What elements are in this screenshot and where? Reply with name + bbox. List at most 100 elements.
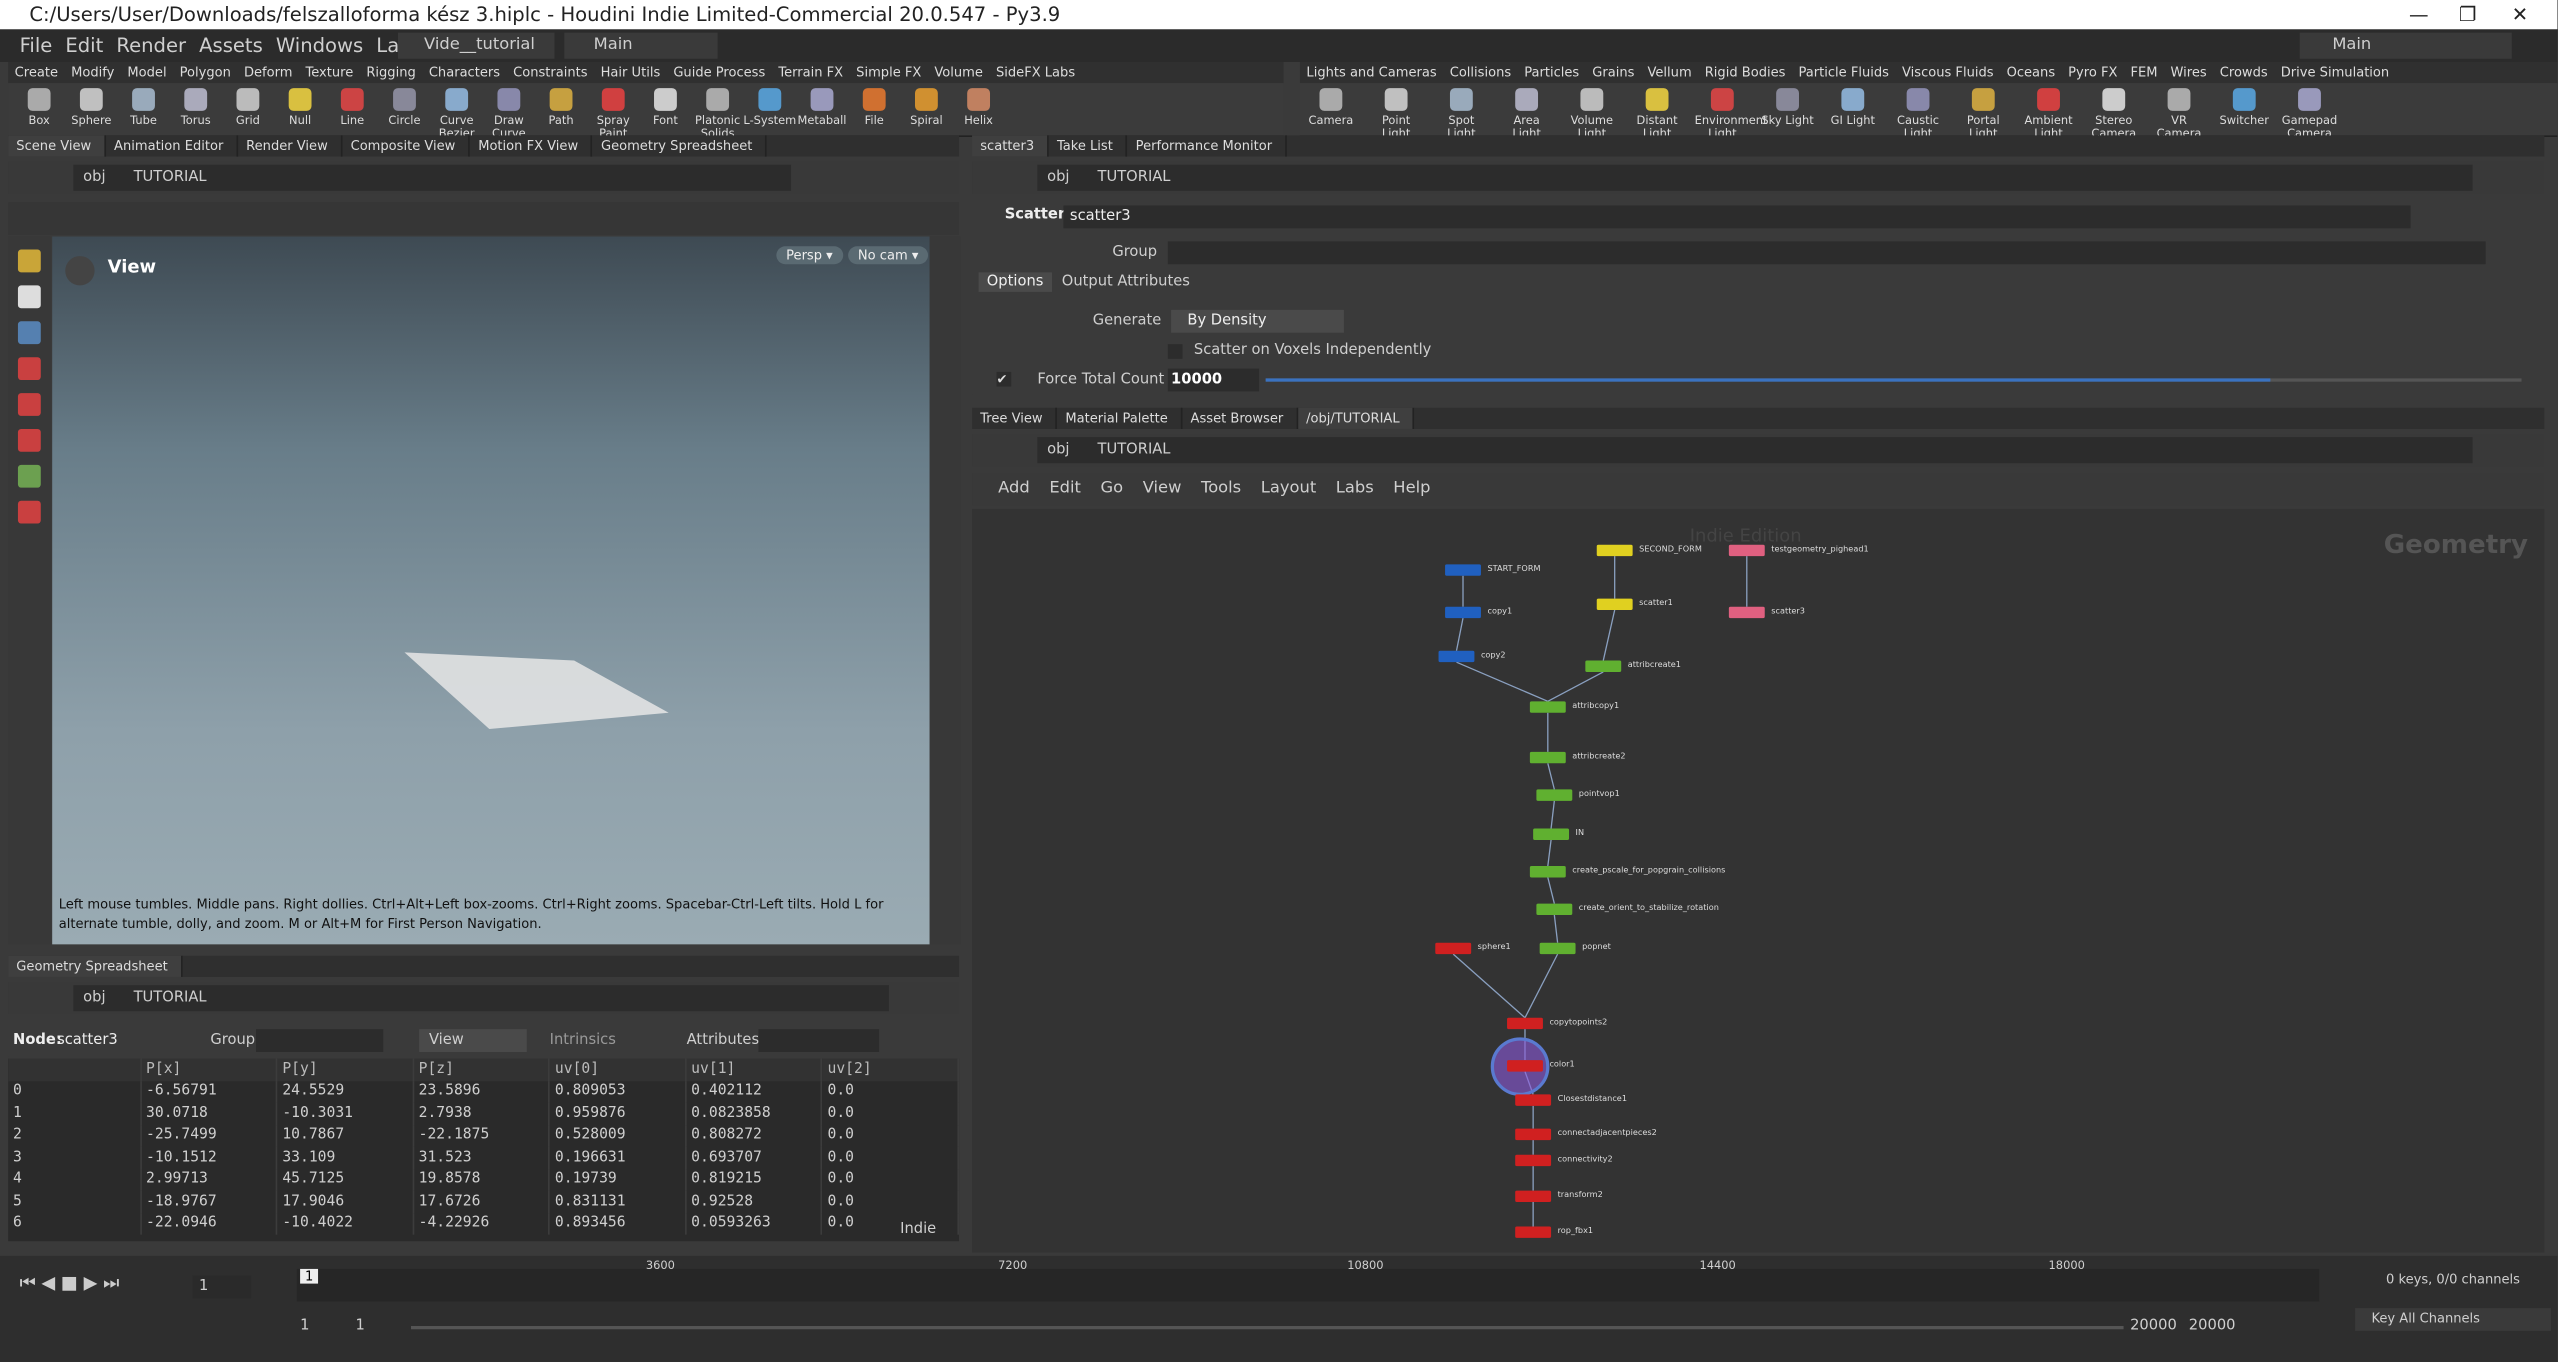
node-closestdistance1[interactable] xyxy=(1515,1094,1552,1106)
menu-item-edit[interactable]: Edit xyxy=(59,29,110,62)
select-tool-icon[interactable] xyxy=(17,249,41,273)
shelf-tool-spot-light[interactable]: Spot Light xyxy=(1434,83,1489,140)
shelf-tab[interactable]: Particles xyxy=(1518,62,1586,83)
shelf-tool-line[interactable]: Line xyxy=(325,83,380,127)
shelf-tab[interactable]: Rigging xyxy=(360,62,422,83)
shelf-tab[interactable]: Polygon xyxy=(173,62,237,83)
node-attribcopy1[interactable] xyxy=(1529,701,1566,713)
tab-motion-fx-view[interactable]: Motion FX View xyxy=(470,135,593,157)
shelf-tool-platonic-solids[interactable]: Platonic Solids xyxy=(690,83,745,140)
maximize-button[interactable]: ❐ xyxy=(2443,0,2492,29)
tab--obj-tutorial[interactable]: /obj/TUTORIAL xyxy=(1297,407,1415,429)
shelf-tab[interactable]: SideFX Labs xyxy=(989,62,1081,83)
generate-select[interactable]: By Density xyxy=(1171,309,1344,333)
shelf-tool-vr-camera[interactable]: VR Camera xyxy=(2151,83,2206,140)
net-menu-view[interactable]: View xyxy=(1133,473,1191,506)
playback-end[interactable]: 20000 xyxy=(2189,1318,2236,1334)
node-pointvop1[interactable] xyxy=(1536,789,1573,801)
shelf-tool-spiral[interactable]: Spiral xyxy=(899,83,954,127)
net-menu-labs[interactable]: Labs xyxy=(1326,473,1384,506)
shelf-tab[interactable]: Viscous Fluids xyxy=(1895,62,2000,83)
node-start_form[interactable] xyxy=(1445,564,1481,576)
net-menu-tools[interactable]: Tools xyxy=(1191,473,1251,506)
shelf-tool-distant-light[interactable]: Distant Light xyxy=(1629,83,1684,140)
shelf-tab[interactable]: Vellum xyxy=(1641,62,1698,83)
shelf-tool-stereo-camera[interactable]: Stereo Camera xyxy=(2086,83,2141,140)
shelf-tab[interactable]: Pyro FX xyxy=(2062,62,2124,83)
view-menu[interactable]: View xyxy=(419,1029,527,1052)
tab-composite-view[interactable]: Composite View xyxy=(342,135,471,157)
shelf-tab[interactable]: Wires xyxy=(2164,62,2213,83)
attributes-input[interactable] xyxy=(758,1029,880,1052)
group-input[interactable] xyxy=(256,1029,384,1052)
net-menu-edit[interactable]: Edit xyxy=(1040,473,1091,506)
node-connectivity2[interactable] xyxy=(1515,1154,1552,1167)
workspace-select[interactable]: Main xyxy=(564,32,718,59)
net-menu-help[interactable]: Help xyxy=(1384,473,1441,506)
node-in[interactable] xyxy=(1533,828,1570,840)
shelf-tool-camera[interactable]: Camera xyxy=(1303,83,1358,127)
node-scatter3[interactable] xyxy=(1728,606,1765,619)
shelf-tool-file[interactable]: File xyxy=(846,83,901,127)
end-frame[interactable]: 20000 xyxy=(2130,1318,2177,1334)
node-attribcreate2[interactable] xyxy=(1529,751,1566,764)
node-copy2[interactable] xyxy=(1438,650,1475,663)
desktop-select[interactable]: Vide__tutorial xyxy=(397,32,555,59)
shelf-tool-metaball[interactable]: Metaball xyxy=(794,83,849,127)
node-rop_fbx1[interactable] xyxy=(1515,1226,1552,1238)
shelf-tab[interactable]: Deform xyxy=(237,62,299,83)
shelf-tool-helix[interactable]: Helix xyxy=(951,83,1006,127)
tab-scatter3[interactable]: scatter3 xyxy=(972,135,1049,157)
shelf-tab[interactable]: Oceans xyxy=(2000,62,2062,83)
node-name-field[interactable]: scatter3 xyxy=(1063,205,2411,229)
shelf-tab[interactable]: Collisions xyxy=(1443,62,1517,83)
node-sphere1[interactable] xyxy=(1435,942,1472,955)
shelf-tab[interactable]: Simple FX xyxy=(850,62,928,83)
rotate-icon[interactable] xyxy=(17,393,41,416)
shelf-tab[interactable]: Constraints xyxy=(507,62,595,83)
voxels-checkbox[interactable] xyxy=(1167,344,1183,359)
shelf-tab[interactable]: Terrain FX xyxy=(772,62,850,83)
tab-asset-browser[interactable]: Asset Browser xyxy=(1182,407,1298,429)
shelf-tab[interactable]: Grains xyxy=(1586,62,1641,83)
tab-output-attributes[interactable]: Output Attributes xyxy=(1054,272,1198,292)
scale-icon[interactable] xyxy=(17,428,41,452)
shelf-tab[interactable]: Hair Utils xyxy=(594,62,667,83)
shelf-tab[interactable]: Crowds xyxy=(2213,62,2274,83)
shelf-tool-point-light[interactable]: Point Light xyxy=(1368,83,1423,140)
network-path-box[interactable]: obj TUTORIAL xyxy=(1037,437,2473,464)
shelf-tab[interactable]: Characters xyxy=(422,62,506,83)
force-count-checkbox[interactable]: ✔ xyxy=(996,371,1012,387)
shelf-tab[interactable]: Drive Simulation xyxy=(2274,62,2395,83)
shelf-tab[interactable]: Volume xyxy=(928,62,990,83)
node-copytopoints2[interactable] xyxy=(1507,1017,1543,1030)
shelf-tool-switcher[interactable]: Switcher xyxy=(2217,83,2272,127)
node-create_orient_to_stabilize_rotation[interactable] xyxy=(1536,903,1573,915)
tab-geometry-spreadsheet[interactable]: Geometry Spreadsheet xyxy=(8,955,183,977)
shelf-tool-caustic-light[interactable]: Caustic Light xyxy=(1890,83,1945,140)
net-menu-layout[interactable]: Layout xyxy=(1251,473,1326,506)
shelf-tool-torus[interactable]: Torus xyxy=(168,83,223,127)
shelf-tab[interactable]: Model xyxy=(121,62,173,83)
shelf-tool-environment-light[interactable]: Environment Light xyxy=(1695,83,1768,140)
current-frame-field[interactable]: 1 xyxy=(192,1275,252,1299)
shelf-tool-gamepad-camera[interactable]: Gamepad Camera xyxy=(2282,83,2337,140)
params-path-box[interactable]: obj TUTORIAL xyxy=(1037,164,2473,191)
handle-icon[interactable] xyxy=(17,464,41,488)
node-second_form[interactable] xyxy=(1596,544,1633,557)
net-menu-add[interactable]: Add xyxy=(988,473,1039,506)
intrinsics-menu[interactable]: Intrinsics xyxy=(550,1024,616,1057)
menu-item-windows[interactable]: Windows xyxy=(269,29,369,62)
shelf-tab[interactable]: Modify xyxy=(65,62,121,83)
shelf-tab[interactable]: Lights and Cameras xyxy=(1300,62,1443,83)
range-slider[interactable] xyxy=(411,1326,2124,1330)
shelf-tab[interactable]: Guide Process xyxy=(667,62,772,83)
close-button[interactable]: ✕ xyxy=(2495,0,2544,29)
node-scatter1[interactable] xyxy=(1596,598,1633,610)
tab-performance-monitor[interactable]: Performance Monitor xyxy=(1128,135,1287,157)
shelf-tab[interactable]: Particle Fluids xyxy=(1792,62,1896,83)
tab-animation-editor[interactable]: Animation Editor xyxy=(106,135,239,157)
tab-tree-view[interactable]: Tree View xyxy=(972,407,1058,429)
group-param-field[interactable] xyxy=(1167,241,2486,265)
shelf-tool-curve-bezier[interactable]: Curve Bezier xyxy=(429,83,484,140)
